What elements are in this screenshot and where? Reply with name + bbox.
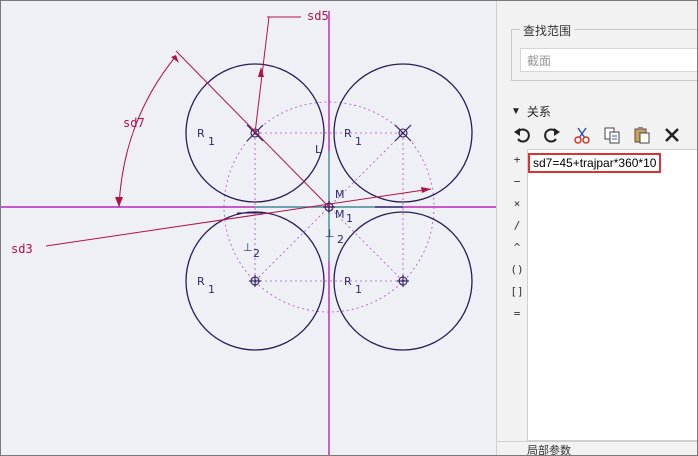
operator-power-button[interactable]: ^ [509,237,525,259]
line-constraint-label: L [315,143,322,156]
relations-panel: 查找范围 截面 ▼ 关系 + − × / ^ () [] = sd7=45+tr… [496,1,697,456]
operator-plus-button[interactable]: + [509,149,525,171]
sd3-line [45,188,432,247]
copy-icon[interactable] [601,124,623,146]
paste-icon[interactable] [631,124,653,146]
svg-text:1: 1 [355,283,362,296]
relations-header[interactable]: ▼ 关系 [511,103,551,120]
relations-toolbar [511,123,683,147]
app-window: sd5 sd7 sd3 R 1 R 1 R 1 R 1 M M 1 L ⊥ 2 … [0,0,698,456]
svg-text:2: 2 [337,233,344,246]
operator-divide-button[interactable]: / [509,215,525,237]
radius-label-top-left: R [197,127,205,140]
relations-editor[interactable]: sd7=45+trajpar*360*10 [527,149,697,441]
search-range-group: 查找范围 截面 [511,22,697,81]
radius-label-top-right: R [344,127,352,140]
undo-icon[interactable] [511,124,533,146]
perpendicular-label-2: ⊥ [325,227,335,240]
operator-minus-button[interactable]: − [509,171,525,193]
collapse-triangle-icon[interactable]: ▼ [511,106,521,117]
midpoint-label: M [335,188,345,201]
local-parameters-label: 局部参数 [527,445,571,456]
radius-label-bottom-right: R [344,275,352,288]
perpendicular-label: ⊥ [243,241,253,254]
relations-title: 关系 [526,105,551,119]
operator-brackets-button[interactable]: [] [509,281,525,303]
sd5-label[interactable]: sd5 [307,9,329,23]
operator-column: + − × / ^ () [] = [509,149,525,325]
sketch-drawing[interactable]: sd5 sd7 sd3 R 1 R 1 R 1 R 1 M M 1 L ⊥ 2 … [1,1,496,455]
operator-parentheses-button[interactable]: () [509,259,525,281]
svg-text:1: 1 [346,212,353,225]
svg-text:1: 1 [208,283,215,296]
relation-expression[interactable]: sd7=45+trajpar*360*10 [528,153,662,173]
local-parameters-section[interactable]: 局部参数 [497,441,697,456]
operator-multiply-button[interactable]: × [509,193,525,215]
sd3-label[interactable]: sd3 [11,242,33,256]
operator-equals-button[interactable]: = [509,303,525,325]
sketch-canvas[interactable]: sd5 sd7 sd3 R 1 R 1 R 1 R 1 M M 1 L ⊥ 2 … [1,1,496,455]
radius-label-bottom-left: R [197,275,205,288]
cut-icon[interactable] [571,124,593,146]
svg-text:1: 1 [355,135,362,148]
svg-text:2: 2 [253,247,260,260]
sd7-arc [118,55,177,208]
search-range-title: 查找范围 [520,22,575,39]
delete-icon[interactable] [661,124,683,146]
redo-icon[interactable] [541,124,563,146]
svg-text:1: 1 [208,135,215,148]
search-range-field[interactable]: 截面 [520,48,697,72]
midpoint-label-2: M [335,208,345,221]
sd7-label[interactable]: sd7 [123,116,145,130]
